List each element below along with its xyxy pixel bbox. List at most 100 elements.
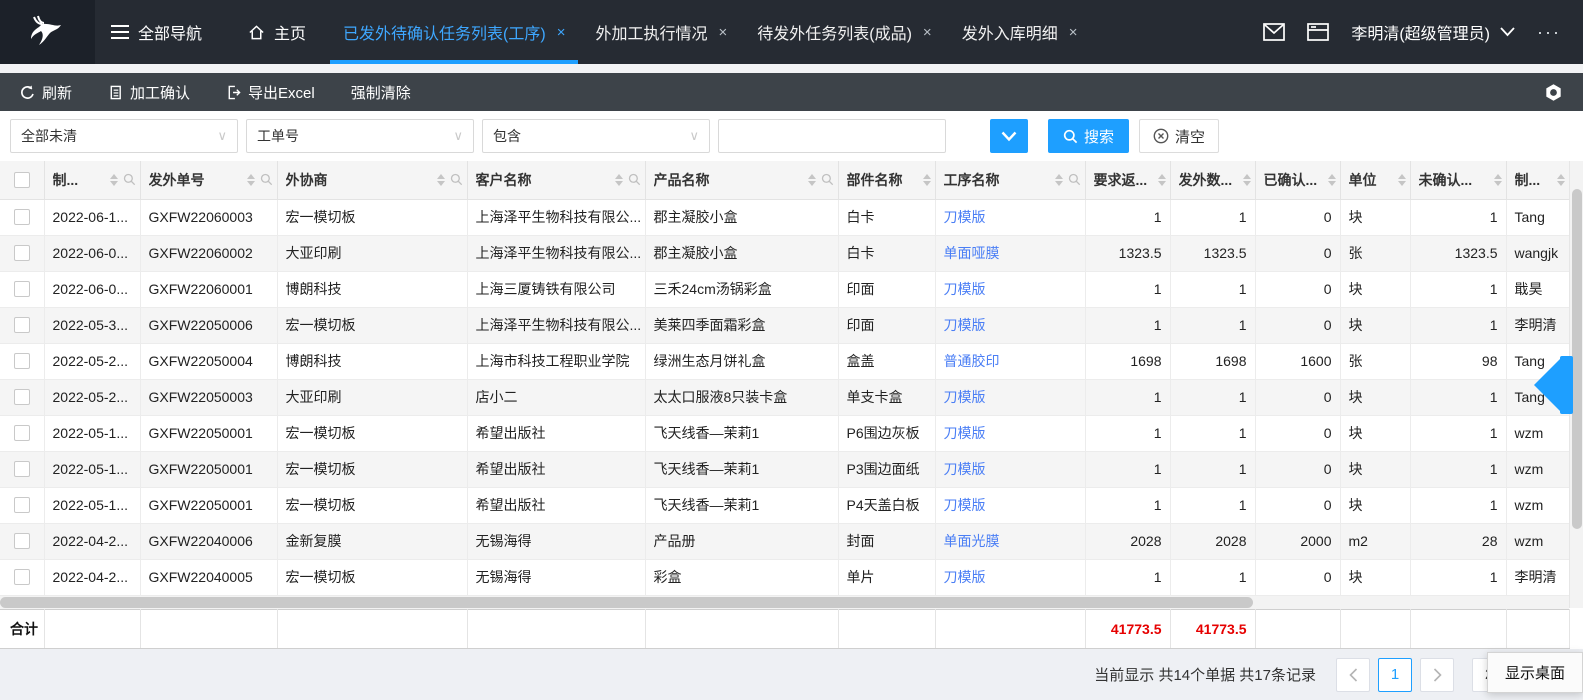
process-link[interactable]: 单面光膜 <box>944 533 1000 549</box>
mail-icon[interactable] <box>1263 23 1285 41</box>
column-header-12[interactable]: 制... <box>1506 161 1569 199</box>
column-header-7[interactable]: 要求返... <box>1085 161 1170 199</box>
process-link[interactable]: 刀模版 <box>944 569 986 585</box>
column-header-11[interactable]: 未确认... <box>1410 161 1506 199</box>
process-link[interactable]: 普通胶印 <box>944 353 1000 369</box>
field-filter-select[interactable]: 工单号 ∨ <box>246 119 474 153</box>
tab-dispatched-pending-confirm[interactable]: 已发外待确认任务列表(工序) × <box>328 0 580 64</box>
cell-col-2: 大亚印刷 <box>277 379 467 415</box>
row-checkbox[interactable] <box>14 353 30 369</box>
row-checkbox[interactable] <box>14 209 30 225</box>
tab-close-icon[interactable]: × <box>557 24 566 41</box>
column-header-10[interactable]: 单位 <box>1340 161 1410 199</box>
horizontal-scrollbar[interactable] <box>0 596 1569 609</box>
row-checkbox[interactable] <box>14 533 30 549</box>
more-options-icon[interactable]: ··· <box>1537 22 1561 43</box>
process-confirm-button[interactable]: 加工确认 <box>108 82 190 103</box>
page-number-button[interactable]: 1 <box>1378 658 1412 692</box>
process-link[interactable]: 刀模版 <box>944 281 986 297</box>
operator-filter-select[interactable]: 包含 ∨ <box>482 119 710 153</box>
sort-icon[interactable] <box>1328 174 1336 186</box>
sort-icon[interactable] <box>1243 174 1251 186</box>
process-link[interactable]: 刀模版 <box>944 389 986 405</box>
row-checkbox[interactable] <box>14 281 30 297</box>
data-grid: 制...发外单号外协商客户名称产品名称部件名称工序名称要求返...发外数...已… <box>0 161 1583 649</box>
column-search-icon[interactable] <box>821 173 834 186</box>
column-header-0[interactable]: 制... <box>44 161 140 199</box>
column-header-3[interactable]: 客户名称 <box>467 161 645 199</box>
keyword-input[interactable] <box>718 119 946 153</box>
grid-settings-button[interactable] <box>1544 83 1563 102</box>
sort-icon[interactable] <box>1398 174 1406 186</box>
cell-col-12: wangjk <box>1506 235 1569 271</box>
process-link[interactable]: 单面哑膜 <box>944 245 1000 261</box>
row-checkbox[interactable] <box>14 461 30 477</box>
sort-icon[interactable] <box>615 174 623 186</box>
sort-icon[interactable] <box>247 174 255 186</box>
tab-close-icon[interactable]: × <box>718 24 727 41</box>
refresh-button[interactable]: 刷新 <box>20 82 72 103</box>
tab-close-icon[interactable]: × <box>1069 24 1078 41</box>
tab-close-icon[interactable]: × <box>923 24 932 41</box>
sort-icon[interactable] <box>1494 174 1502 186</box>
column-search-icon[interactable] <box>450 173 463 186</box>
force-clear-button[interactable]: 强制清除 <box>351 82 411 103</box>
vertical-scrollbar-thumb[interactable] <box>1572 189 1582 529</box>
horizontal-scrollbar-thumb[interactable] <box>0 597 1253 608</box>
advanced-search-toggle-button[interactable] <box>990 119 1028 153</box>
column-header-6[interactable]: 工序名称 <box>935 161 1085 199</box>
side-panel-expander[interactable] <box>1533 356 1573 414</box>
cell-col-7: 1 <box>1085 559 1170 595</box>
column-header-8[interactable]: 发外数... <box>1170 161 1255 199</box>
row-checkbox[interactable] <box>14 389 30 405</box>
cell-text: 上海泽平生物科技有限公... <box>476 317 642 333</box>
cell-col-0: 2022-05-2... <box>44 343 140 379</box>
sort-icon[interactable] <box>110 174 118 186</box>
row-checkbox[interactable] <box>14 245 30 261</box>
search-button[interactable]: 搜索 <box>1048 119 1129 153</box>
cell-text: 1 <box>1154 461 1162 477</box>
row-checkbox[interactable] <box>14 425 30 441</box>
cell-text: 1 <box>1154 425 1162 441</box>
cell-col-9: 0 <box>1255 235 1340 271</box>
process-link[interactable]: 刀模版 <box>944 317 986 333</box>
next-page-button[interactable] <box>1420 658 1454 692</box>
process-link[interactable]: 刀模版 <box>944 497 986 513</box>
column-search-icon[interactable] <box>123 173 136 186</box>
nav-all-menu[interactable]: 全部导航 <box>95 0 218 64</box>
clear-button[interactable]: 清空 <box>1139 119 1219 153</box>
tab-outsource-execution[interactable]: 外加工执行情况 × <box>580 0 742 64</box>
user-menu[interactable]: 李明清(超级管理员) <box>1351 20 1515 44</box>
sort-icon[interactable] <box>808 174 816 186</box>
sort-icon[interactable] <box>1158 174 1166 186</box>
select-all-checkbox[interactable] <box>14 172 30 188</box>
column-header-5[interactable]: 部件名称 <box>838 161 935 199</box>
cell-text: GXFW22050001 <box>149 497 253 513</box>
column-search-icon[interactable] <box>628 173 641 186</box>
sort-icon[interactable] <box>437 174 445 186</box>
column-search-icon[interactable] <box>1068 173 1081 186</box>
cell-text: 1 <box>1154 317 1162 333</box>
nav-home[interactable]: 主页 <box>232 0 322 64</box>
status-filter-select[interactable]: 全部未清 ∨ <box>10 119 238 153</box>
row-checkbox[interactable] <box>14 317 30 333</box>
column-header-2[interactable]: 外协商 <box>277 161 467 199</box>
cell-text: 2000 <box>1300 533 1331 549</box>
column-search-icon[interactable] <box>260 173 273 186</box>
column-header-4[interactable]: 产品名称 <box>645 161 838 199</box>
tab-pending-dispatch-list[interactable]: 待发外任务列表(成品) × <box>742 0 946 64</box>
process-link[interactable]: 刀模版 <box>944 209 986 225</box>
column-header-9[interactable]: 已确认... <box>1255 161 1340 199</box>
sort-icon[interactable] <box>1557 174 1565 186</box>
sort-icon[interactable] <box>923 174 931 186</box>
export-excel-button[interactable]: 导出Excel <box>226 82 315 103</box>
prev-page-button[interactable] <box>1336 658 1370 692</box>
layout-panel-icon[interactable] <box>1307 23 1329 41</box>
process-link[interactable]: 刀模版 <box>944 461 986 477</box>
column-header-1[interactable]: 发外单号 <box>140 161 277 199</box>
sort-icon[interactable] <box>1055 174 1063 186</box>
tab-inbound-detail[interactable]: 发外入库明细 × <box>947 0 1093 64</box>
process-link[interactable]: 刀模版 <box>944 425 986 441</box>
row-checkbox[interactable] <box>14 497 30 513</box>
row-checkbox[interactable] <box>14 569 30 585</box>
